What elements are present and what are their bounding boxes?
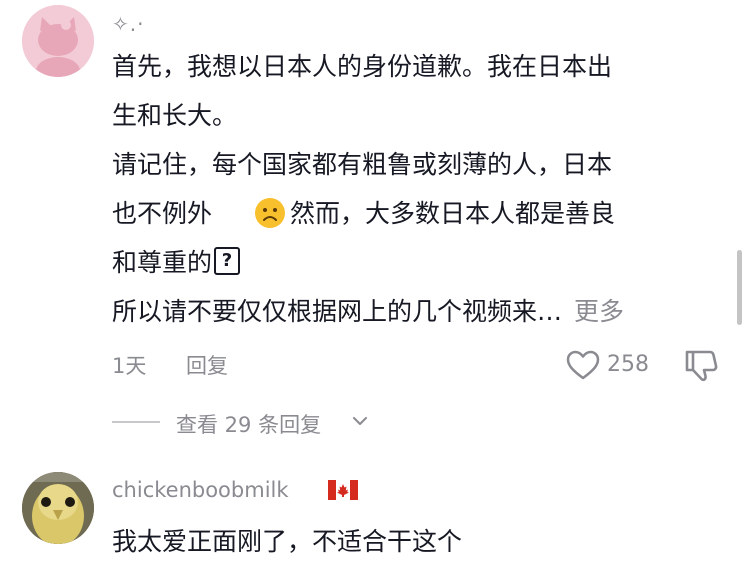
comment-line-with-emoji: 也不例外 然而，大多数日本人都是善良	[112, 189, 722, 238]
frowning-face-emoji-icon	[255, 198, 286, 228]
dislike-icon[interactable]	[683, 348, 719, 382]
comment-line: 和尊重的?	[112, 238, 722, 287]
comment-line-part: 所以请不要仅仅根据网上的几个视频来…	[112, 297, 563, 326]
comment-line-part: 也不例外	[112, 199, 213, 228]
scrollbar[interactable]	[737, 250, 742, 325]
bird-avatar-icon	[22, 472, 94, 544]
comment-line-part: 和尊重的	[112, 248, 213, 277]
commenter-username[interactable]: ✧.·	[112, 12, 144, 36]
commenter-avatar[interactable]	[22, 5, 94, 77]
commenter-username[interactable]: chickenboobmilk	[112, 478, 289, 502]
comment-line: 首先，我想以日本人的身份道歉。我在日本出	[112, 52, 613, 81]
heart-icon[interactable]	[566, 350, 600, 380]
comment-timestamp: 1天	[112, 354, 147, 378]
comment-text: 我太爱正面刚了，不适合干这个	[112, 517, 722, 566]
like-count: 258	[607, 352, 649, 377]
comment-line-part: 然而，大多数日本人都是善良	[290, 199, 616, 228]
divider-line	[112, 421, 160, 423]
hello-kitty-icon	[22, 5, 94, 77]
comment-line: 生和长大。	[112, 101, 238, 130]
unknown-glyph-icon: ?	[214, 247, 241, 275]
canada-flag-icon	[328, 480, 358, 500]
comment-line: 我太爱正面刚了，不适合干这个	[112, 527, 463, 556]
commenter-avatar[interactable]	[22, 472, 94, 544]
comment-line: 所以请不要仅仅根据网上的几个视频来… 更多	[112, 287, 722, 336]
view-replies-button[interactable]: 查看 29 条回复	[176, 409, 321, 439]
comment-line: 请记住，每个国家都有粗鲁或刻薄的人，日本	[112, 150, 613, 179]
more-link[interactable]: 更多	[574, 297, 624, 326]
reply-button[interactable]: 回复	[186, 350, 228, 380]
chevron-down-icon	[353, 417, 367, 425]
comment-text: 首先，我想以日本人的身份道歉。我在日本出 生和长大。 请记住，每个国家都有粗鲁或…	[112, 42, 722, 336]
